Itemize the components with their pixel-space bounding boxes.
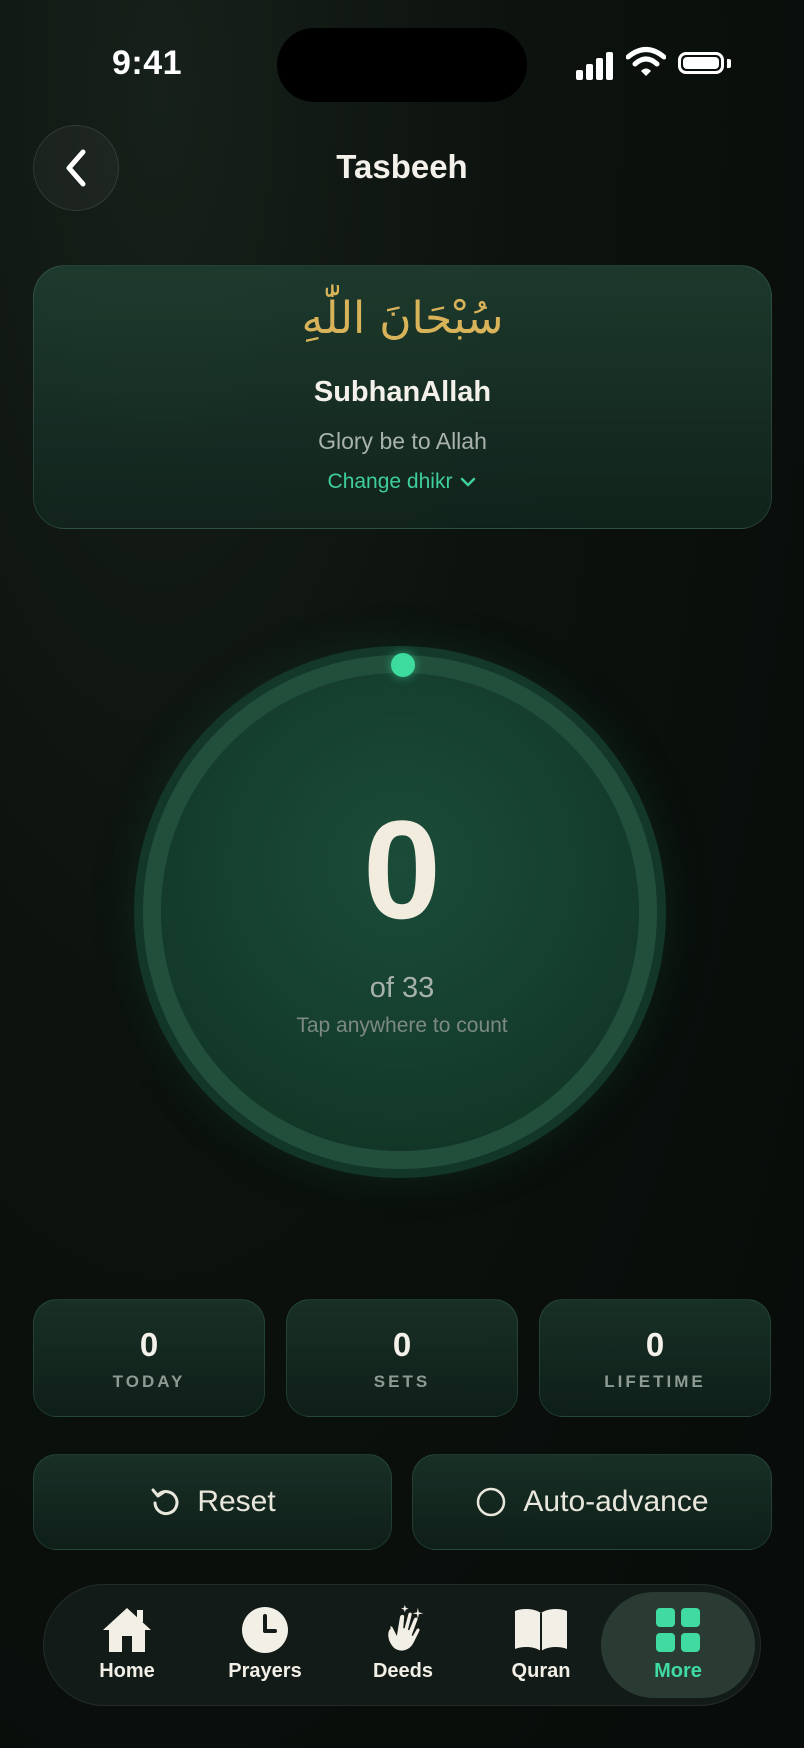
cellular-signal-icon bbox=[576, 50, 616, 80]
progress-indicator-dot bbox=[391, 653, 415, 677]
reset-label: Reset bbox=[197, 1485, 276, 1518]
stat-sets: 0 SETS bbox=[286, 1299, 518, 1417]
clapping-hands-icon bbox=[386, 1604, 424, 1652]
home-icon bbox=[103, 1608, 151, 1652]
page-title: Tasbeeh bbox=[336, 148, 468, 185]
stat-today: 0 TODAY bbox=[33, 1299, 265, 1417]
count-hint: Tap anywhere to count bbox=[296, 1014, 508, 1037]
clock-icon bbox=[242, 1607, 288, 1653]
tab-prayers[interactable]: Prayers bbox=[196, 1592, 334, 1698]
tab-label: Quran bbox=[511, 1660, 571, 1682]
stat-label: TODAY bbox=[112, 1372, 186, 1391]
radio-circle-icon bbox=[475, 1486, 507, 1518]
stat-value: 0 bbox=[645, 1326, 665, 1363]
count-value: 0 bbox=[363, 791, 441, 948]
auto-advance-toggle[interactable]: Auto-advance bbox=[412, 1454, 772, 1550]
tab-label: More bbox=[654, 1660, 702, 1682]
reset-icon bbox=[149, 1486, 181, 1518]
battery-icon bbox=[678, 52, 724, 74]
dynamic-island bbox=[277, 28, 527, 102]
status-time: 9:41 bbox=[112, 44, 183, 82]
dhikr-meaning: Glory be to Allah bbox=[318, 428, 487, 454]
tab-more[interactable]: More bbox=[601, 1592, 755, 1698]
tab-label: Prayers bbox=[228, 1660, 302, 1682]
tab-quran[interactable]: Quran bbox=[472, 1592, 610, 1698]
dhikr-transliteration: SubhanAllah bbox=[313, 376, 492, 408]
wifi-icon bbox=[625, 46, 667, 78]
change-dhikr-button[interactable]: Change dhikr bbox=[0, 470, 804, 494]
change-dhikr-label: Change dhikr bbox=[327, 470, 453, 493]
grid-icon bbox=[656, 1608, 700, 1652]
book-icon bbox=[515, 1608, 567, 1651]
stat-label: LIFETIME bbox=[604, 1372, 706, 1391]
battery-tip bbox=[727, 59, 731, 68]
chevron-down-icon bbox=[460, 470, 476, 494]
dhikr-arabic-text: سُبْحَانَ اللّٰهِ bbox=[301, 293, 504, 344]
auto-advance-label: Auto-advance bbox=[523, 1485, 709, 1518]
count-goal: of 33 bbox=[369, 972, 435, 1004]
tab-deeds[interactable]: Deeds bbox=[334, 1592, 472, 1698]
stat-value: 0 bbox=[139, 1326, 159, 1363]
stat-lifetime: 0 LIFETIME bbox=[539, 1299, 771, 1417]
stat-label: SETS bbox=[373, 1372, 431, 1391]
tab-label: Deeds bbox=[372, 1660, 434, 1682]
stat-value: 0 bbox=[392, 1326, 412, 1363]
tab-home[interactable]: Home bbox=[58, 1592, 196, 1698]
tab-label: Home bbox=[99, 1660, 155, 1682]
reset-button[interactable]: Reset bbox=[33, 1454, 392, 1550]
